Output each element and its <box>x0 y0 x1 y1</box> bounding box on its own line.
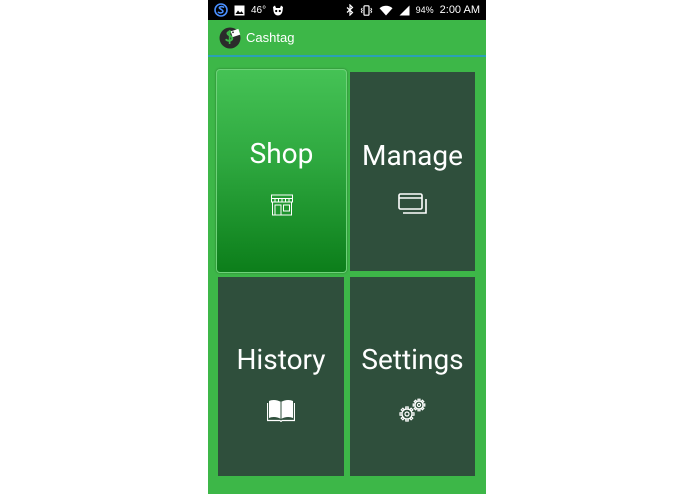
temperature-text: 46° <box>251 4 267 16</box>
battery-text: 94% <box>415 5 434 15</box>
status-bar-left: 46° <box>214 0 284 20</box>
shop-tile[interactable]: Shop <box>216 69 347 273</box>
status-bar: 46° 94% 2:00 AM <box>208 0 486 20</box>
wifi-icon <box>379 5 393 16</box>
history-tile[interactable]: History <box>218 277 344 476</box>
vibrate-icon <box>360 4 373 16</box>
sync-icon <box>214 3 228 17</box>
status-bar-right: 94% 2:00 AM <box>346 0 480 20</box>
shop-label: Shop <box>249 137 314 170</box>
bluetooth-icon <box>346 4 354 16</box>
app-notification-icon <box>272 5 284 16</box>
book-icon <box>267 398 295 422</box>
store-icon <box>270 194 294 216</box>
app-title: Cashtag <box>246 30 295 45</box>
manage-label: Manage <box>362 139 463 172</box>
manage-tile[interactable]: Manage <box>350 72 475 271</box>
signal-icon <box>399 5 410 16</box>
settings-tile[interactable]: Settings <box>350 277 475 476</box>
gears-icon <box>398 397 428 423</box>
app-bar: Cashtag <box>208 20 486 55</box>
image-icon <box>234 5 245 16</box>
cashtag-logo-icon <box>219 27 241 49</box>
settings-label: Settings <box>361 343 464 376</box>
time-text: 2:00 AM <box>439 4 480 16</box>
cards-icon <box>397 192 428 216</box>
app-bar-divider <box>208 55 486 57</box>
history-label: History <box>236 343 326 376</box>
phone-screen: 46° 94% 2:00 AM Cashtag Shop Manage Hist… <box>208 0 486 494</box>
